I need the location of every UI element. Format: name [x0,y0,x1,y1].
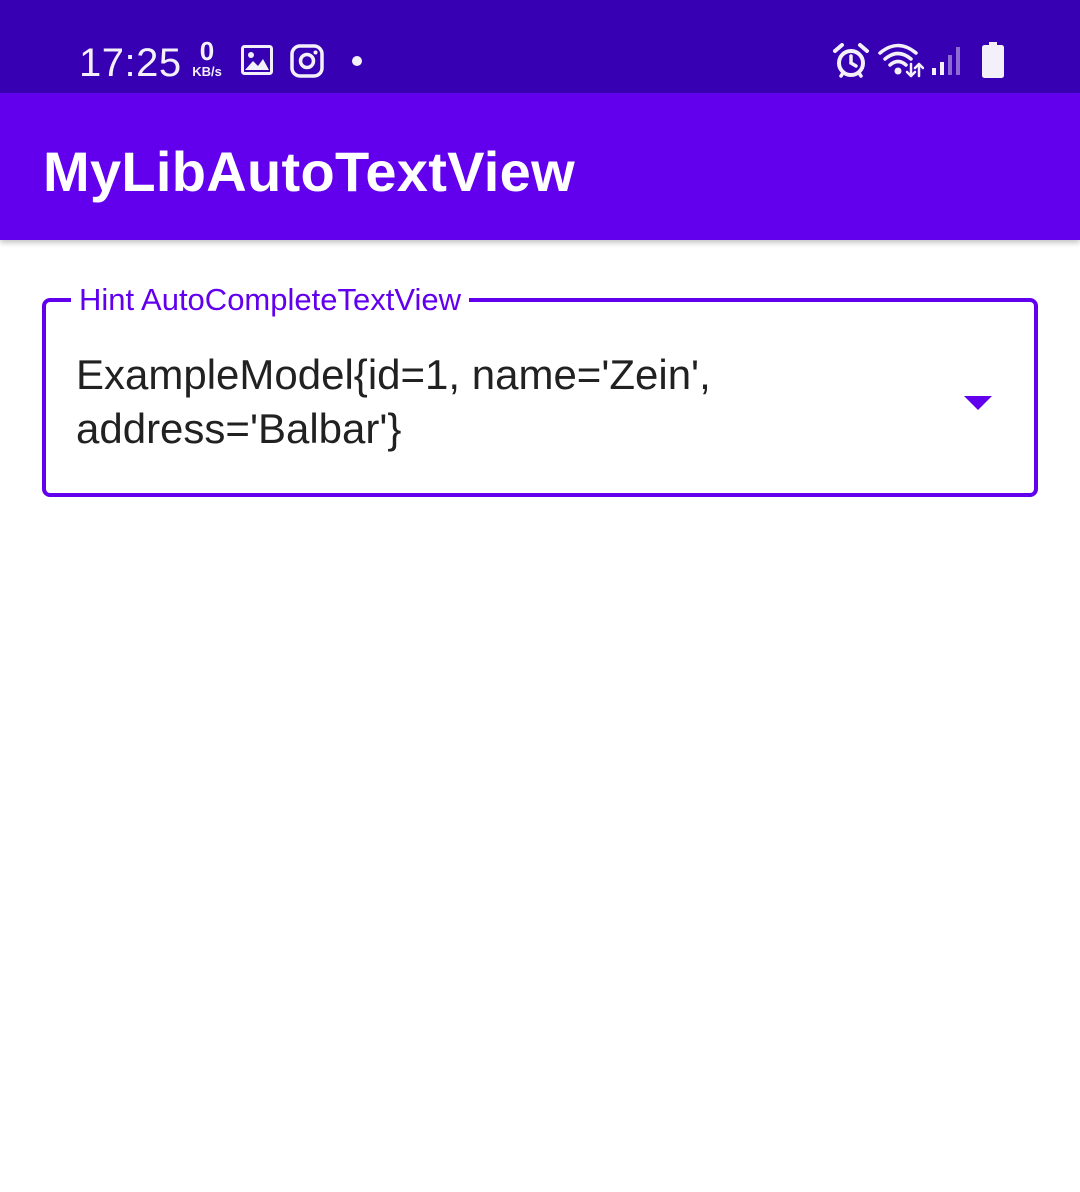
autocomplete-text-field[interactable]: Hint AutoCompleteTextView ExampleModel{i… [42,280,1038,497]
app-title: MyLibAutoTextView [43,140,575,203]
app-bar: MyLibAutoTextView [0,93,1080,240]
gallery-icon [241,45,273,75]
autocomplete-input-value[interactable]: ExampleModel{id=1, name='Zein', address=… [76,348,936,456]
battery-icon [982,42,1004,78]
signal-icon [931,46,963,76]
status-bar: 17:25 0 KB/s [0,0,1080,93]
status-time: 17:25 [79,41,182,85]
network-speed-value: 0 [199,36,215,66]
wifi-icon [878,42,924,78]
network-speed: 0 KB/s [186,38,228,82]
autocomplete-hint-label: Hint AutoCompleteTextView [71,280,469,320]
instagram-icon [290,44,324,78]
dot-icon [351,55,363,67]
arrow-drop-down-icon[interactable] [963,394,993,412]
alarm-icon [832,42,870,80]
network-speed-unit: KB/s [192,64,222,79]
